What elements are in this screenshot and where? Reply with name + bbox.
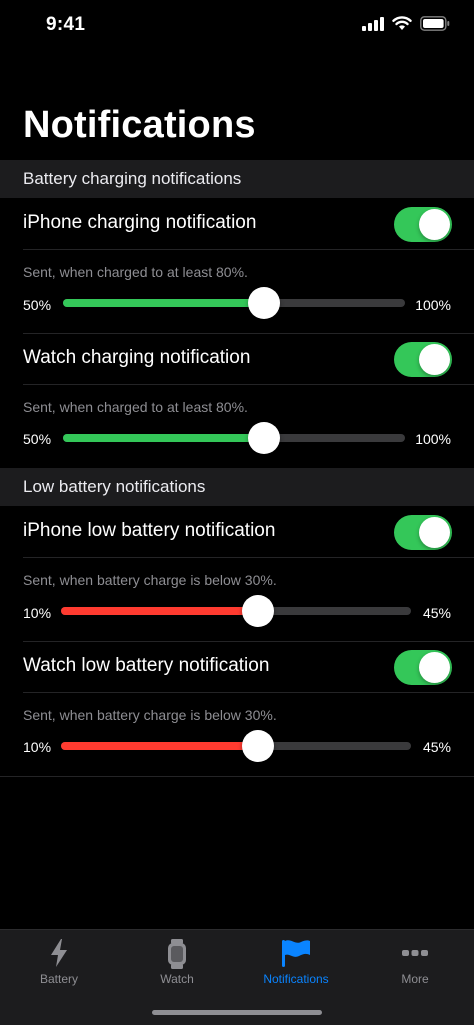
- watch-icon: [168, 939, 186, 969]
- page-title: Notifications: [23, 104, 256, 146]
- toggle-knob: [419, 344, 450, 375]
- slider-fill: [63, 434, 264, 442]
- toggle-label: iPhone charging notification: [23, 212, 257, 233]
- watch-low-battery-toggle[interactable]: [394, 650, 452, 685]
- iphone-charging-slider[interactable]: [63, 299, 405, 307]
- iphone-low-battery-slider[interactable]: [61, 607, 411, 615]
- slider-max-label: 45%: [422, 605, 451, 621]
- separator: [23, 384, 474, 385]
- section-header-charging: Battery charging notifications: [0, 160, 474, 198]
- status-bar: 9:41: [0, 0, 474, 50]
- slider-thumb[interactable]: [242, 595, 274, 627]
- toggle-knob: [419, 209, 450, 240]
- toggle-knob: [419, 652, 450, 683]
- row-iphone-low-battery: iPhone low battery notification: [0, 506, 474, 558]
- home-indicator: [152, 1010, 322, 1015]
- description: Sent, when charged to at least 80%.: [23, 399, 248, 415]
- slider-fill: [63, 299, 264, 307]
- slider-thumb[interactable]: [248, 422, 280, 454]
- slider-min-label: 50%: [23, 297, 52, 313]
- toggle-label: Watch charging notification: [23, 347, 251, 368]
- flag-icon: [282, 940, 310, 967]
- separator: [23, 557, 474, 558]
- slider-min-label: 50%: [23, 431, 52, 447]
- tab-watch[interactable]: Watch: [118, 930, 236, 1000]
- slider-fill: [61, 742, 258, 750]
- separator: [0, 776, 474, 777]
- tab-notifications[interactable]: Notifications: [237, 930, 355, 1000]
- tab-label: Watch: [160, 972, 194, 986]
- section-header-label: Low battery notifications: [23, 477, 206, 496]
- slider-thumb[interactable]: [248, 287, 280, 319]
- watch-charging-toggle[interactable]: [394, 342, 452, 377]
- description: Sent, when battery charge is below 30%.: [23, 707, 277, 723]
- iphone-charging-toggle[interactable]: [394, 207, 452, 242]
- cellular-signal-icon: [362, 16, 384, 31]
- row-watch-charging: Watch charging notification: [0, 333, 474, 385]
- slider-thumb[interactable]: [242, 730, 274, 762]
- iphone-low-battery-toggle[interactable]: [394, 515, 452, 550]
- separator: [23, 692, 474, 693]
- slider-max-label: 100%: [415, 297, 451, 313]
- watch-charging-slider[interactable]: [63, 434, 405, 442]
- tab-label: Notifications: [263, 972, 329, 986]
- toggle-knob: [419, 517, 450, 548]
- tab-label: Battery: [39, 972, 78, 986]
- row-iphone-charging: iPhone charging notification: [0, 198, 474, 250]
- bolt-icon: [51, 939, 67, 967]
- row-watch-low-battery: Watch low battery notification: [0, 641, 474, 693]
- slider-max-label: 45%: [422, 739, 451, 755]
- description: Sent, when battery charge is below 30%.: [23, 572, 277, 588]
- description: Sent, when charged to at least 80%.: [23, 264, 248, 280]
- toggle-label: Watch low battery notification: [23, 655, 270, 676]
- battery-icon: [420, 16, 450, 31]
- toggle-label: iPhone low battery notification: [23, 520, 276, 541]
- wifi-icon: [392, 16, 412, 30]
- section-header-low-battery: Low battery notifications: [0, 468, 474, 506]
- tab-battery[interactable]: Battery: [0, 930, 118, 1000]
- status-time: 9:41: [46, 14, 86, 35]
- tab-more[interactable]: More: [356, 930, 474, 1000]
- watch-low-battery-slider[interactable]: [61, 742, 411, 750]
- section-header-label: Battery charging notifications: [23, 169, 242, 188]
- status-icons: [362, 16, 450, 31]
- tab-label: More: [401, 972, 429, 986]
- slider-min-label: 10%: [23, 739, 52, 755]
- slider-fill: [61, 607, 258, 615]
- slider-max-label: 100%: [415, 431, 451, 447]
- more-dots-icon: [402, 950, 428, 956]
- slider-min-label: 10%: [23, 605, 52, 621]
- separator: [23, 249, 474, 250]
